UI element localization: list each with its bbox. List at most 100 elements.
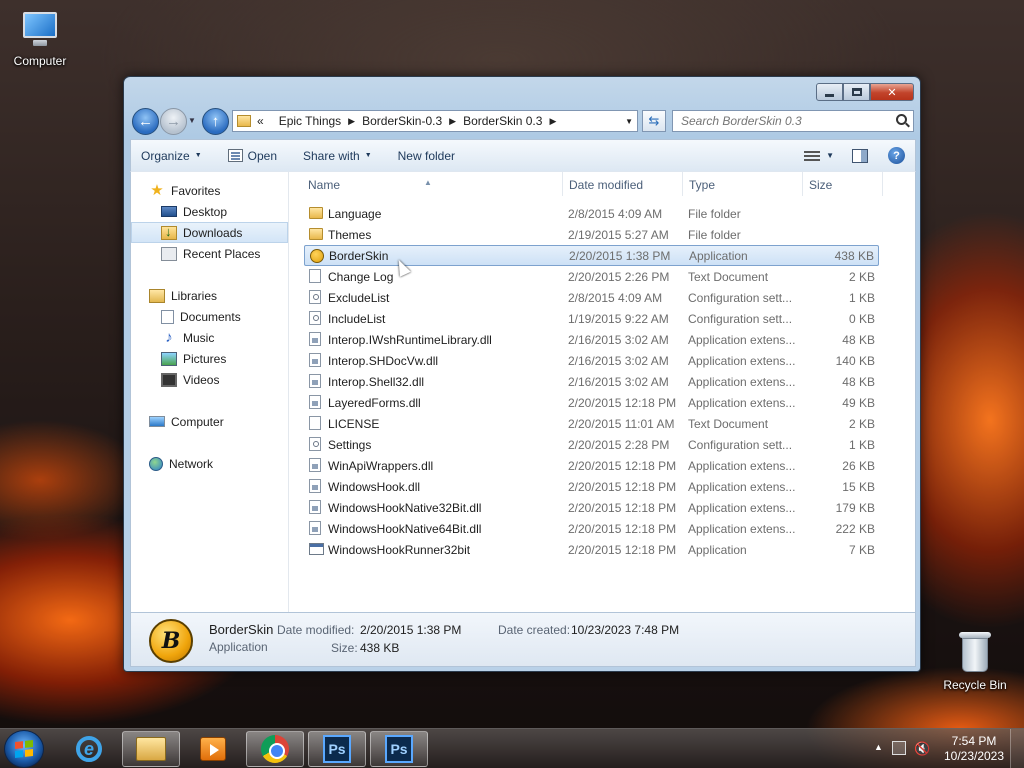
minimize-button[interactable] xyxy=(816,83,843,101)
chevron-right-icon[interactable]: ▶ xyxy=(348,116,355,127)
documents-icon xyxy=(161,309,174,324)
file-row[interactable]: WindowsHookNative32Bit.dll 2/20/2015 12:1… xyxy=(304,497,879,518)
open-button[interactable]: Open xyxy=(227,149,277,163)
file-type: Application extens... xyxy=(688,332,796,347)
file-row[interactable]: WinApiWrappers.dll 2/20/2015 12:18 PM Appl… xyxy=(304,455,879,476)
column-header-size[interactable]: Size xyxy=(809,178,832,192)
nav-desktop[interactable]: Desktop xyxy=(131,201,288,222)
file-row[interactable]: IncludeList 1/19/2015 9:22 AM Configuratio… xyxy=(304,308,879,329)
address-dropdown-icon[interactable]: ▼ xyxy=(625,117,633,126)
change-view-icon[interactable] xyxy=(804,150,821,162)
clock[interactable]: 7:54 PM 10/23/2023 xyxy=(942,734,1006,764)
breadcrumb-borderskin-0-3-dash[interactable]: BorderSkin-0.3 xyxy=(362,114,442,128)
column-header-date[interactable]: Date modified xyxy=(569,178,643,192)
maximize-button[interactable] xyxy=(843,83,870,101)
file-size: 438 KB xyxy=(834,248,874,263)
start-button[interactable] xyxy=(4,730,44,768)
show-desktop-button[interactable] xyxy=(1010,729,1024,768)
file-row[interactable]: Interop.SHDocVw.dll 2/16/2015 3:02 AM Appl… xyxy=(304,350,879,371)
nav-favorites[interactable]: ★ Favorites xyxy=(131,180,288,201)
navigation-pane: ★ Favorites Desktop Downloads Recent Pla… xyxy=(131,172,289,612)
photoshop-icon: Ps xyxy=(385,735,413,763)
taskbar-windows-explorer[interactable] xyxy=(122,731,180,767)
nav-libraries[interactable]: Libraries xyxy=(131,285,288,306)
column-header-type[interactable]: Type xyxy=(689,178,715,192)
search-box[interactable] xyxy=(672,110,914,132)
nav-label: Videos xyxy=(183,372,220,387)
breadcrumb-borderskin-0-3[interactable]: BorderSkin 0.3 xyxy=(463,114,542,128)
breadcrumb-epic-things[interactable]: Epic Things xyxy=(279,114,341,128)
file-row[interactable]: ExcludeList 2/8/2015 4:09 AM Configuration… xyxy=(304,287,879,308)
taskbar-photoshop-2[interactable]: Ps xyxy=(370,731,428,767)
nav-recent-places[interactable]: Recent Places xyxy=(131,243,288,264)
taskbar-internet-explorer[interactable]: e xyxy=(60,731,118,767)
forward-button[interactable]: → xyxy=(160,108,187,135)
taskbar-chrome[interactable] xyxy=(246,731,304,767)
file-row[interactable]: LayeredForms.dll 2/20/2015 12:18 PM Applic… xyxy=(304,392,879,413)
share-with-button[interactable]: Share with ▼ xyxy=(303,149,372,163)
arrow-left-icon: ← xyxy=(138,113,153,130)
organize-button[interactable]: Organize ▼ xyxy=(141,149,202,163)
minimize-icon xyxy=(825,93,834,97)
file-row[interactable]: Interop.Shell32.dll 2/16/2015 3:02 AM Appl… xyxy=(304,371,879,392)
file-row[interactable]: Themes 2/19/2015 5:27 AM File folder xyxy=(304,224,879,245)
desktop-icon-recycle-bin[interactable]: Recycle Bin xyxy=(935,630,1015,692)
taskbar-photoshop-1[interactable]: Ps xyxy=(308,731,366,767)
address-bar[interactable]: « Epic Things ▶ BorderSkin-0.3 ▶ BorderS… xyxy=(232,110,638,132)
organize-label: Organize xyxy=(141,148,190,163)
computer-icon xyxy=(149,416,165,427)
help-icon[interactable]: ? xyxy=(888,147,905,164)
file-size: 7 KB xyxy=(848,542,875,557)
preview-pane-icon[interactable] xyxy=(852,148,868,163)
file-row[interactable]: WindowsHookRunner32bit 2/20/2015 12:18 PM… xyxy=(304,539,879,560)
details-modified-value: 2/20/2015 1:38 PM xyxy=(360,623,462,637)
libraries-icon xyxy=(149,288,165,303)
refresh-button[interactable]: ⇆ xyxy=(642,110,666,132)
taskbar-media-player[interactable] xyxy=(184,731,242,767)
file-size: 49 KB xyxy=(842,395,875,410)
file-row[interactable]: Change Log 2/20/2015 2:26 PM Text Document… xyxy=(304,266,879,287)
column-header-name[interactable]: Name xyxy=(308,178,340,192)
nav-computer[interactable]: Computer xyxy=(131,411,288,432)
nav-videos[interactable]: Videos xyxy=(131,369,288,390)
nav-documents[interactable]: Documents xyxy=(131,306,288,327)
dll-file-icon xyxy=(309,458,321,472)
file-size: 2 KB xyxy=(848,416,875,431)
config-file-icon xyxy=(309,311,321,325)
desktop-icon-computer[interactable]: Computer xyxy=(0,10,80,68)
new-folder-button[interactable]: New folder xyxy=(398,149,455,163)
up-button[interactable]: ↑ xyxy=(202,108,229,135)
file-row[interactable]: WindowsHook.dll 2/20/2015 12:18 PM Applica… xyxy=(304,476,879,497)
file-row[interactable]: BorderSkin 2/20/2015 1:38 PM Application 43… xyxy=(304,245,879,266)
chevron-down-icon[interactable]: ▼ xyxy=(826,151,834,160)
nav-pictures[interactable]: Pictures xyxy=(131,348,288,369)
window-controls: ✕ xyxy=(816,83,914,101)
close-button[interactable]: ✕ xyxy=(870,83,914,101)
back-button[interactable]: ← xyxy=(132,108,159,135)
nav-downloads[interactable]: Downloads xyxy=(131,222,288,243)
refresh-icon: ⇆ xyxy=(648,113,660,128)
system-tray: ▲ 🔇 7:54 PM 10/23/2023 xyxy=(864,729,1024,768)
file-row[interactable]: WindowsHookNative64Bit.dll 2/20/2015 12:1… xyxy=(304,518,879,539)
file-row[interactable]: Interop.IWshRuntimeLibrary.dll 2/16/2015 … xyxy=(304,329,879,350)
action-center-icon[interactable] xyxy=(892,741,906,755)
nav-music[interactable]: ♪ Music xyxy=(131,327,288,348)
folder-icon xyxy=(309,207,323,219)
nav-network[interactable]: Network xyxy=(131,453,288,474)
chevron-right-icon[interactable]: ▶ xyxy=(549,116,556,127)
file-row[interactable]: LICENSE 2/20/2015 11:01 AM Text Document 2 … xyxy=(304,413,879,434)
volume-muted-icon[interactable]: 🔇 xyxy=(914,741,930,757)
chrome-icon xyxy=(261,735,289,763)
file-date-modified: 2/20/2015 2:26 PM xyxy=(568,269,670,284)
file-row[interactable]: Settings 2/20/2015 2:28 PM Configuration s… xyxy=(304,434,879,455)
file-name: Interop.SHDocVw.dll xyxy=(328,353,439,368)
search-input[interactable] xyxy=(681,114,891,128)
file-name: LayeredForms.dll xyxy=(328,395,421,410)
file-type: Configuration sett... xyxy=(688,290,793,305)
show-hidden-icons-icon[interactable]: ▲ xyxy=(874,742,883,752)
recent-pages-dropdown[interactable]: ▼ xyxy=(188,116,196,125)
file-row[interactable]: Language 2/8/2015 4:09 AM File folder xyxy=(304,203,879,224)
chevron-right-icon[interactable]: ▶ xyxy=(449,116,456,127)
search-icon[interactable] xyxy=(896,114,907,125)
breadcrumb-overflow[interactable]: « xyxy=(257,114,264,128)
